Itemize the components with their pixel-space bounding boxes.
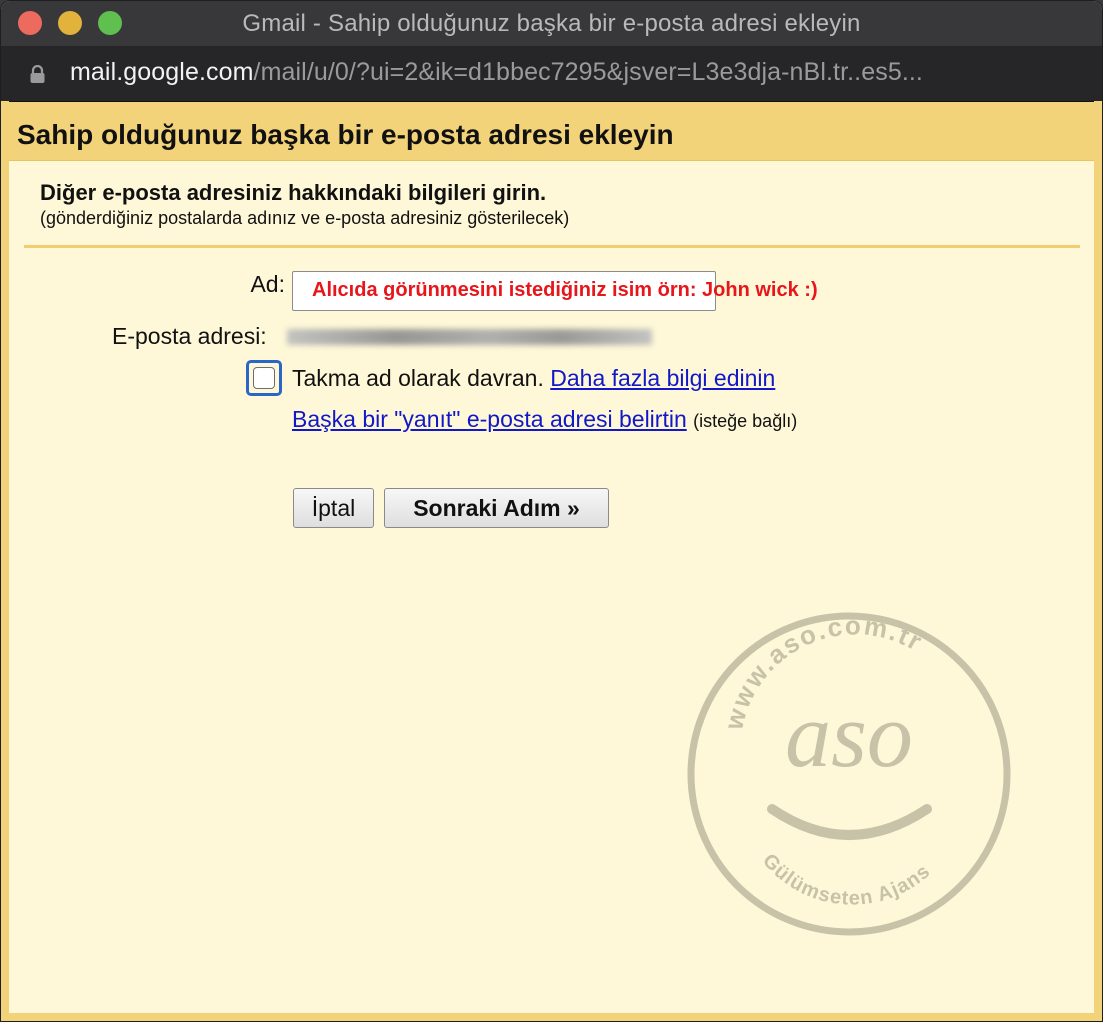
cancel-button[interactable]: İptal	[293, 488, 374, 528]
email-label: E-posta adresi:	[112, 323, 267, 349]
dialog-header: Sahip olduğunuz başka bir e-posta adresi…	[9, 102, 1094, 161]
browser-window: Gmail - Sahip olduğunuz başka bir e-post…	[0, 0, 1103, 1022]
url-text[interactable]: mail.google.com/mail/u/0/?ui=2&ik=d1bbec…	[70, 58, 1082, 87]
url-path: /mail/u/0/?ui=2&ik=d1bbec7295&jsver=L3e3…	[253, 58, 923, 86]
lock-icon	[29, 64, 46, 89]
alias-checkbox-focus-ring[interactable]	[246, 360, 282, 396]
window-title: Gmail - Sahip olduğunuz başka bir e-post…	[242, 10, 861, 37]
reply-to-row: Başka bir "yanıt" e-posta adresi belirti…	[292, 406, 797, 433]
alias-checkbox-label[interactable]: Takma ad olarak davran.	[292, 365, 544, 391]
name-label: Ad:	[250, 271, 285, 297]
dialog-content: Diğer e-posta adresiniz hakkındaki bilgi…	[9, 161, 1094, 1013]
svg-text:Gülümseten Ajans: Gülümseten Ajans	[758, 850, 935, 910]
window-titlebar: Gmail - Sahip olduğunuz başka bir e-post…	[1, 1, 1102, 46]
email-value-redacted	[287, 329, 652, 345]
intro-title: Diğer e-posta adresiniz hakkındaki bilgi…	[40, 180, 547, 205]
reply-to-optional-note: (isteğe bağlı)	[693, 411, 798, 431]
watermark-tagline: Gülümseten Ajans	[758, 850, 934, 910]
page-title: Sahip olduğunuz başka bir e-posta adresi…	[17, 119, 674, 150]
name-annotation: Alıcıda görünmesini istediğiniz isim örn…	[312, 279, 818, 301]
address-bar[interactable]: mail.google.com/mail/u/0/?ui=2&ik=d1bbec…	[1, 46, 1102, 102]
url-host: mail.google.com	[70, 58, 254, 86]
intro-subtitle: (gönderdiğiniz postalarda adınız ve e-po…	[40, 208, 570, 228]
next-step-button[interactable]: Sonraki Adım »	[384, 488, 609, 528]
aso-watermark-logo: www.aso.com.tr aso Gülümseten Ajans	[687, 610, 1012, 946]
alias-checkbox[interactable]	[253, 367, 275, 389]
watermark-logo-text: aso	[785, 684, 913, 786]
frame-border-left	[1, 101, 9, 1021]
alias-row: Takma ad olarak davran. Daha fazla bilgi…	[292, 365, 775, 392]
learn-more-link[interactable]: Daha fazla bilgi edinin	[550, 365, 775, 391]
reply-to-link[interactable]: Başka bir "yanıt" e-posta adresi belirti…	[292, 406, 687, 432]
section-divider	[24, 245, 1080, 248]
smile-mark	[767, 804, 932, 840]
frame-border-bottom	[1, 1013, 1102, 1021]
frame-border-right	[1094, 101, 1102, 1021]
